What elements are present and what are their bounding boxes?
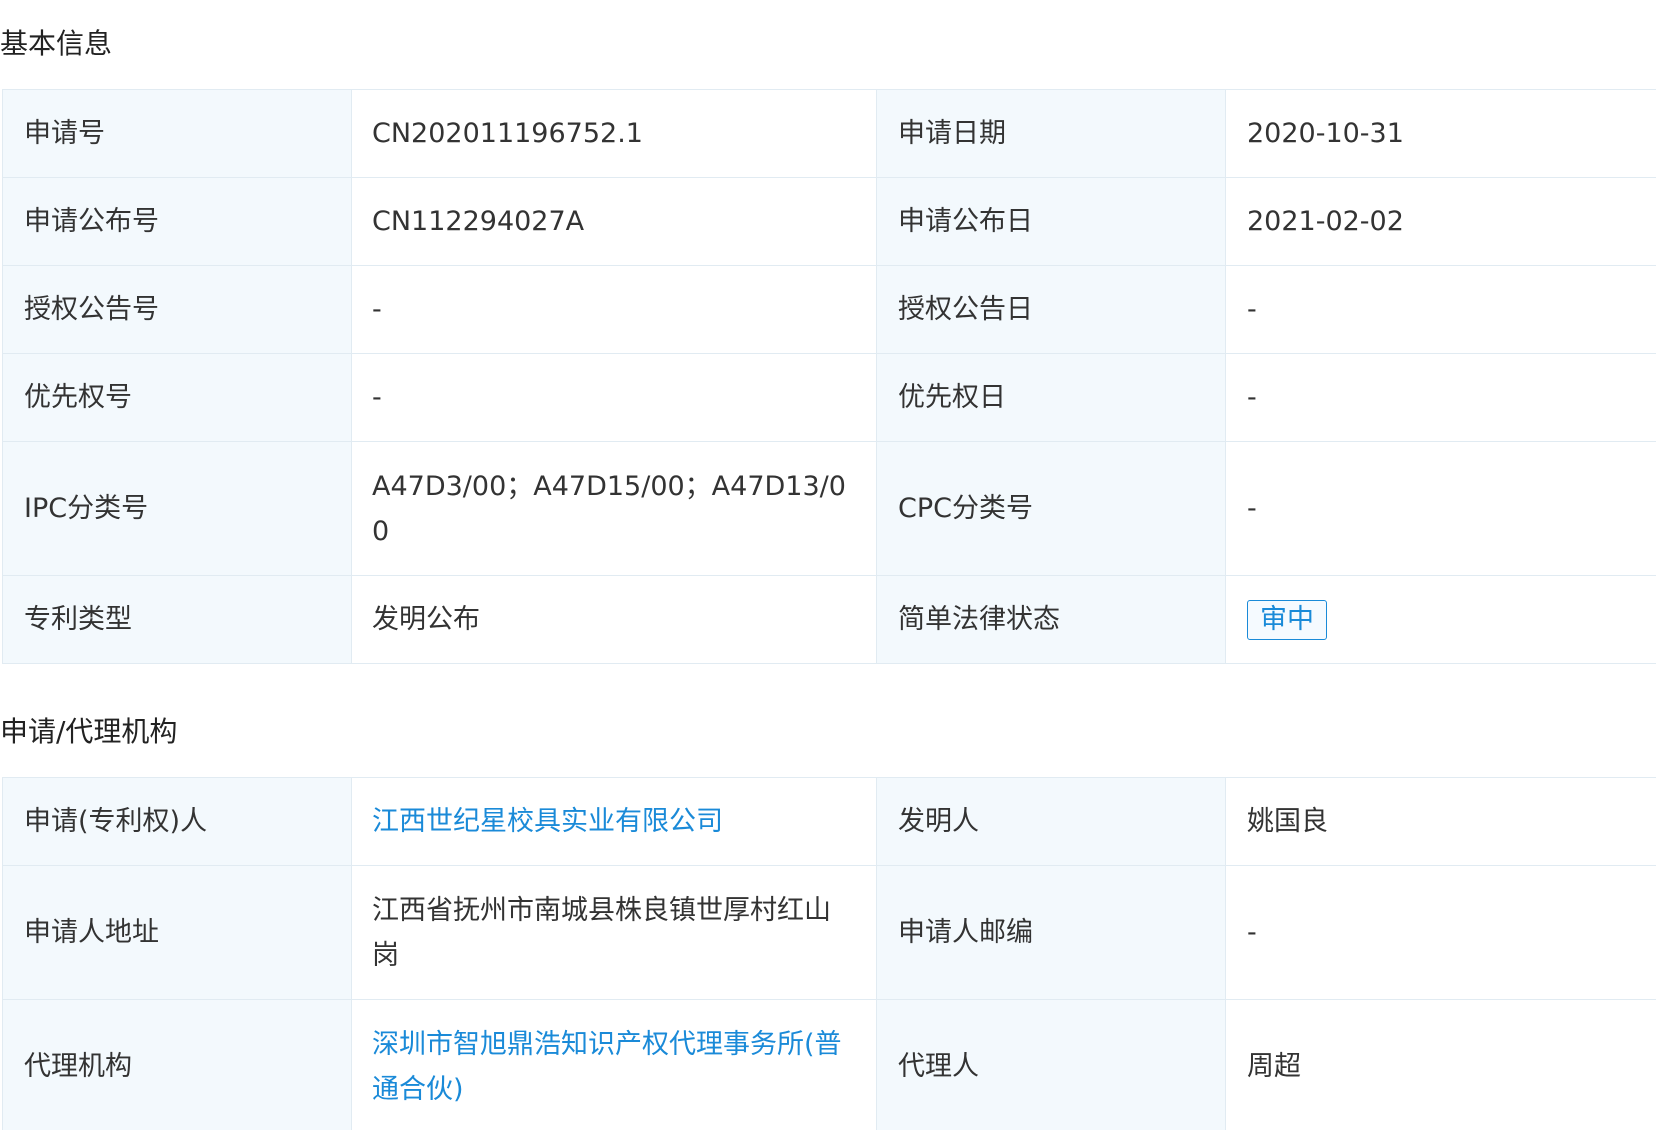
- applicant-postcode: -: [1225, 865, 1656, 1000]
- legal-status-badge: 审中: [1247, 600, 1327, 640]
- inventor: 姚国良: [1225, 777, 1656, 866]
- ipc-classification: A47D3/00；A47D15/00；A47D13/00: [351, 441, 877, 576]
- applicant-address: 江西省抚州市南城县株良镇世厚村红山岗: [351, 865, 877, 1000]
- cpc-classification: -: [1225, 441, 1656, 576]
- field-label: 发明人: [876, 777, 1226, 866]
- field-label: 申请(专利权)人: [2, 777, 352, 866]
- field-label: 申请人邮编: [876, 865, 1226, 1000]
- agent: 周超: [1225, 999, 1656, 1130]
- field-label: IPC分类号: [2, 441, 352, 576]
- field-label: 优先权号: [2, 353, 352, 442]
- field-label: CPC分类号: [876, 441, 1226, 576]
- grant-number: -: [351, 265, 877, 354]
- table-row: 代理机构 深圳市智旭鼎浩知识产权代理事务所(普通合伙) 代理人 周超: [2, 999, 1656, 1130]
- field-label: 授权公告号: [2, 265, 352, 354]
- field-label: 授权公告日: [876, 265, 1226, 354]
- table-row: 申请人地址 江西省抚州市南城县株良镇世厚村红山岗 申请人邮编 -: [2, 865, 1656, 1000]
- table-row: 申请公布号 CN112294027A 申请公布日 2021-02-02: [2, 177, 1656, 266]
- agency-link[interactable]: 深圳市智旭鼎浩知识产权代理事务所(普通合伙): [372, 1029, 842, 1105]
- priority-number: -: [351, 353, 877, 442]
- patent-detail-page: 基本信息 申请号 CN202011196752.1 申请日期 2020-10-3…: [0, 0, 1656, 1130]
- application-date: 2020-10-31: [1225, 89, 1656, 178]
- field-label: 申请公布号: [2, 177, 352, 266]
- section-title-agency: 申请/代理机构: [0, 715, 178, 748]
- field-label: 申请人地址: [2, 865, 352, 1000]
- field-label: 申请日期: [876, 89, 1226, 178]
- agency-info-table: 申请(专利权)人 江西世纪星校具实业有限公司 发明人 姚国良 申请人地址 江西省…: [2, 777, 1656, 1130]
- table-row: 授权公告号 - 授权公告日 -: [2, 265, 1656, 354]
- field-label: 申请公布日: [876, 177, 1226, 266]
- field-label: 代理机构: [2, 999, 352, 1130]
- application-number: CN202011196752.1: [351, 89, 877, 178]
- applicant-link[interactable]: 江西世纪星校具实业有限公司: [372, 806, 723, 837]
- table-row: 专利类型 发明公布 简单法律状态 审中: [2, 575, 1656, 664]
- patent-type: 发明公布: [351, 575, 877, 664]
- grant-date: -: [1225, 265, 1656, 354]
- table-row: 优先权号 - 优先权日 -: [2, 353, 1656, 442]
- field-label: 代理人: [876, 999, 1226, 1130]
- field-label: 优先权日: [876, 353, 1226, 442]
- publication-date: 2021-02-02: [1225, 177, 1656, 266]
- legal-status-cell: 审中: [1225, 575, 1656, 664]
- priority-date: -: [1225, 353, 1656, 442]
- applicant-cell: 江西世纪星校具实业有限公司: [351, 777, 877, 866]
- field-label: 申请号: [2, 89, 352, 178]
- table-row: IPC分类号 A47D3/00；A47D15/00；A47D13/00 CPC分…: [2, 441, 1656, 576]
- table-row: 申请(专利权)人 江西世纪星校具实业有限公司 发明人 姚国良: [2, 777, 1656, 866]
- section-title-basic-info: 基本信息: [0, 27, 113, 60]
- table-row: 申请号 CN202011196752.1 申请日期 2020-10-31: [2, 89, 1656, 178]
- basic-info-table: 申请号 CN202011196752.1 申请日期 2020-10-31 申请公…: [2, 89, 1656, 664]
- publication-number: CN112294027A: [351, 177, 877, 266]
- field-label: 专利类型: [2, 575, 352, 664]
- agency-cell: 深圳市智旭鼎浩知识产权代理事务所(普通合伙): [351, 999, 877, 1130]
- field-label: 简单法律状态: [876, 575, 1226, 664]
